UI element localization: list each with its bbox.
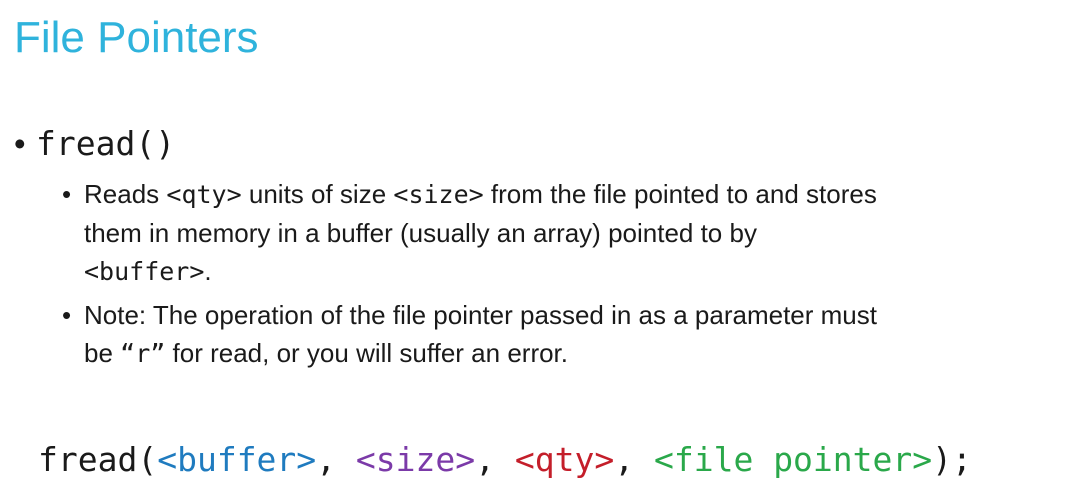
code-separator: , (475, 440, 515, 479)
bullet-code: fread() (36, 124, 176, 163)
text-segment: . (204, 256, 212, 286)
description-line-2: them in memory in a buffer (usually an a… (84, 218, 757, 248)
inline-code-r: “r” (120, 339, 166, 368)
inline-code-qty: <qty> (166, 180, 242, 209)
code-arg-buffer: <buffer> (157, 440, 317, 479)
bullet-marker: • (14, 125, 26, 162)
description-line-1: Reads <qty> units of size <size> from th… (62, 175, 1074, 214)
code-separator: , (614, 440, 654, 479)
code-separator: , (316, 440, 356, 479)
slide-title: File Pointers (14, 13, 259, 62)
code-arg-qty: <qty> (514, 440, 615, 479)
sub-bullet-marker: • (62, 300, 72, 330)
description-line-3: <buffer>. (62, 252, 1074, 291)
code-fn: fread( (38, 440, 158, 479)
note-line-1: Note: The operation of the file pointer … (84, 300, 877, 330)
sub-bullet-marker: • (62, 179, 72, 209)
text-segment: Reads (84, 179, 167, 209)
text-segment: units of size (241, 179, 394, 209)
slide: File Pointers • fread() • Reads <qty> uni… (0, 0, 1081, 502)
text-segment: be (84, 338, 121, 368)
inline-code-buffer: <buffer> (84, 257, 205, 286)
text-segment: for read, or you will suffer an error. (165, 338, 569, 368)
sub-bullet-note: • Note: The operation of the file pointe… (62, 296, 1074, 373)
inline-code-size: <size> (393, 180, 484, 209)
text-segment: from the file pointed to and stores (483, 179, 877, 209)
bullet-fread: • fread() (14, 122, 175, 167)
code-signature: fread(<buffer>, <size>, <qty>, <file poi… (38, 438, 972, 482)
code-end: ); (932, 440, 972, 479)
code-arg-size: <size> (355, 440, 476, 479)
sub-bullet-description: • Reads <qty> units of size <size> from … (62, 175, 1074, 291)
note-line-2: be “r” for read, or you will suffer an e… (62, 334, 1074, 373)
code-arg-file-pointer: <file pointer> (653, 440, 933, 479)
